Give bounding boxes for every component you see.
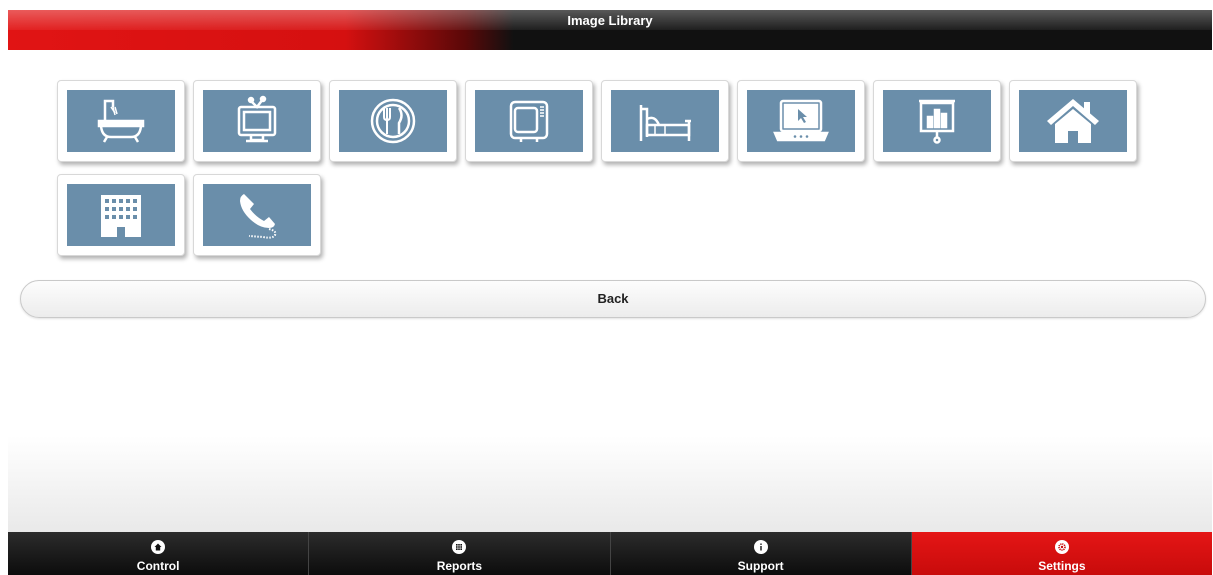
image-tile-face: [1019, 90, 1127, 152]
dining-icon: [370, 98, 416, 144]
back-button[interactable]: Back: [20, 280, 1206, 318]
image-tile-presentation[interactable]: [873, 80, 1001, 162]
grid-icon: [452, 540, 467, 554]
image-tile-face: [883, 90, 991, 152]
image-tile-microwave[interactable]: [465, 80, 593, 162]
tab-label: Settings: [1038, 559, 1086, 573]
image-tile-face: [203, 90, 311, 152]
bed-icon: [639, 105, 691, 141]
house-icon: [1047, 99, 1099, 143]
building-icon: [101, 195, 141, 237]
bathtub-icon: [97, 99, 145, 143]
tab-label: Control: [136, 559, 180, 573]
image-tile-face: [67, 184, 175, 246]
image-tile-face: [747, 90, 855, 152]
tv-icon: [237, 95, 277, 143]
bottom-tab-bar: Control Reports Support Settings: [8, 532, 1212, 575]
image-tile-face: [203, 184, 311, 246]
home-icon: [151, 540, 166, 554]
image-tile-building[interactable]: [57, 174, 185, 256]
presentation-icon: [919, 99, 955, 144]
info-icon: [753, 540, 768, 554]
image-tile-face: [67, 90, 175, 152]
title-bar: Image Library: [8, 10, 1212, 50]
phone-icon: [240, 194, 277, 239]
image-tile-face: [611, 90, 719, 152]
image-tile-house[interactable]: [1009, 80, 1137, 162]
image-tile-tv[interactable]: [193, 80, 321, 162]
tab-support[interactable]: Support: [610, 532, 912, 575]
microwave-icon: [509, 100, 549, 142]
image-tile-bed[interactable]: [601, 80, 729, 162]
tab-control[interactable]: Control: [8, 532, 310, 575]
image-tile-face: [339, 90, 447, 152]
image-tile-laptop[interactable]: [737, 80, 865, 162]
tab-settings[interactable]: Settings: [911, 532, 1212, 575]
gear-icon: [1054, 540, 1069, 554]
laptop-icon: [773, 99, 829, 142]
image-tile-bathtub[interactable]: [57, 80, 185, 162]
page-title: Image Library: [567, 13, 653, 28]
image-tile-phone[interactable]: [193, 174, 321, 256]
tab-label: Reports: [436, 559, 483, 573]
tab-reports[interactable]: Reports: [309, 532, 611, 575]
image-tile-face: [475, 90, 583, 152]
image-tile-dining[interactable]: [329, 80, 457, 162]
tab-label: Support: [737, 559, 784, 573]
